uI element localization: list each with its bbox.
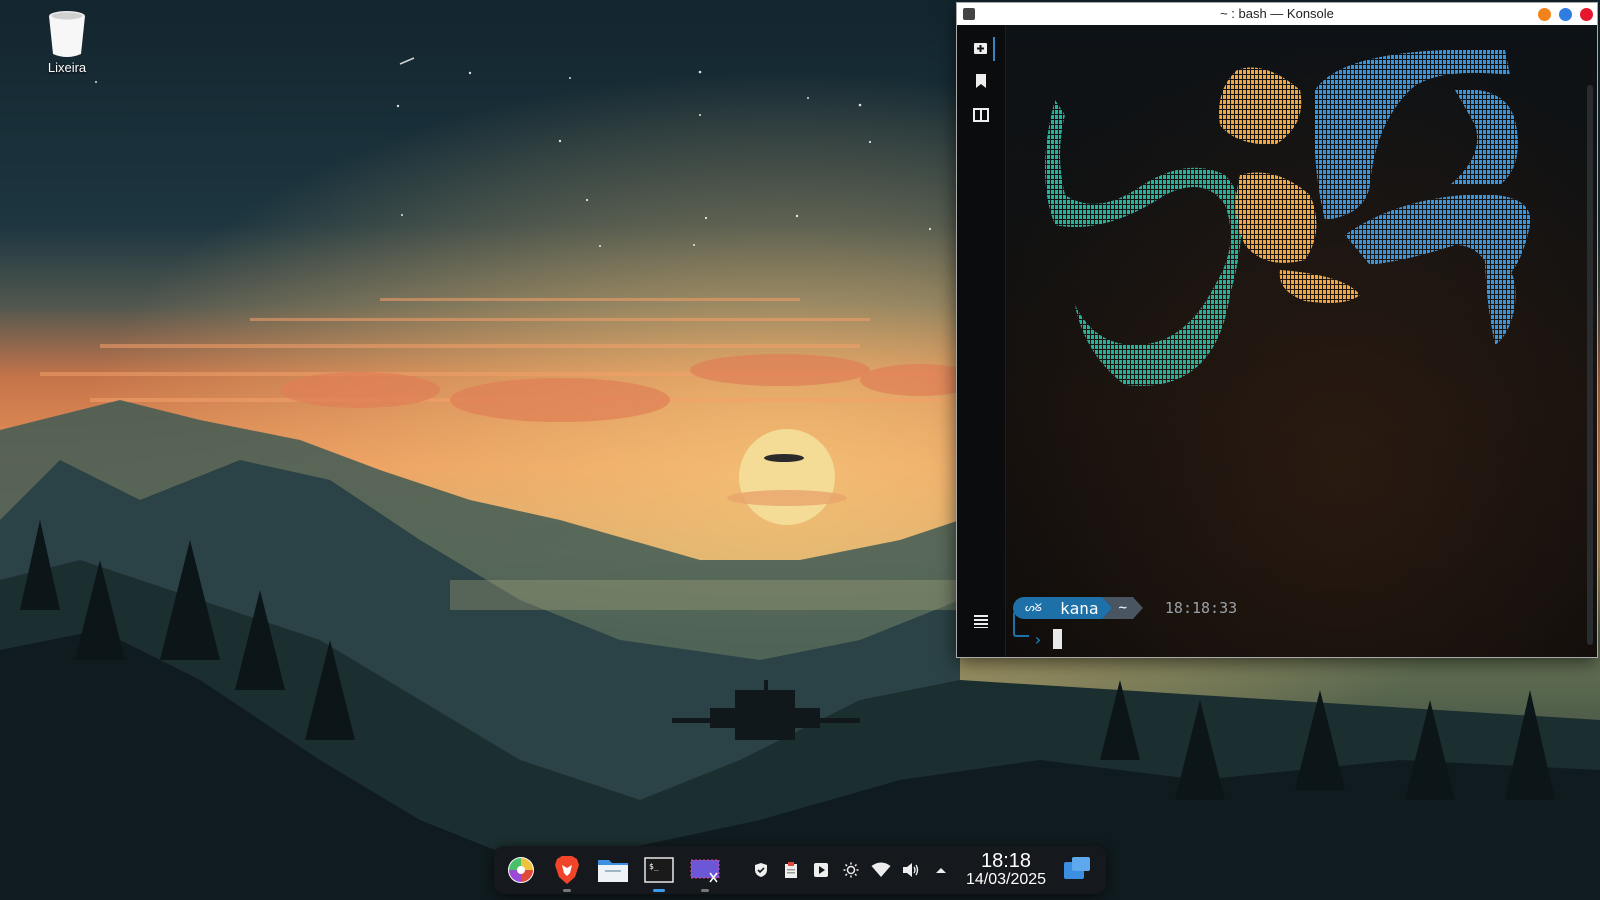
konsole-app-icon[interactable] <box>963 8 975 20</box>
clock-widget[interactable]: 18:18 14/03/2025 <box>966 851 1046 889</box>
clipboard-icon <box>785 862 797 878</box>
tray-brightness[interactable] <box>836 846 866 894</box>
running-indicator <box>563 889 571 892</box>
taskbar-screenshot-tool[interactable] <box>682 846 728 894</box>
hamburger-menu-button[interactable] <box>969 609 993 633</box>
taskbar-brave-browser[interactable] <box>544 846 590 894</box>
text-cursor <box>1052 629 1062 649</box>
hamburger-menu-icon <box>974 615 988 628</box>
wifi-icon <box>871 862 891 877</box>
tray-security[interactable] <box>746 846 776 894</box>
konsole-sidebar <box>957 25 1006 657</box>
new-tab-icon <box>974 43 987 54</box>
prompt-chevron: › <box>1033 629 1043 649</box>
taskbar-file-manager[interactable] <box>590 846 636 894</box>
window-titlebar[interactable]: ~ : bash — Konsole <box>957 3 1597 25</box>
taskbar: $_ 18:18 14/03/2025 <box>494 846 1106 894</box>
clock-time: 18:18 <box>981 850 1032 873</box>
volume-icon <box>903 863 919 877</box>
media-player-icon <box>814 863 828 877</box>
window-title: ~ : bash — Konsole <box>1220 6 1334 21</box>
shield-icon <box>755 863 767 877</box>
window-overview-icon <box>1064 856 1091 879</box>
bookmarks-button[interactable] <box>969 69 993 93</box>
tray-volume[interactable] <box>896 846 926 894</box>
new-tab-button[interactable] <box>969 37 995 61</box>
tray-expand-icon <box>936 868 946 873</box>
minimize-button[interactable] <box>1538 8 1551 21</box>
tray-network[interactable] <box>866 846 896 894</box>
active-indicator <box>653 889 665 892</box>
system-tray <box>746 846 956 894</box>
close-button[interactable] <box>1580 8 1593 21</box>
prompt-username: kana <box>1048 597 1113 619</box>
taskbar-app-launcher[interactable] <box>498 846 544 894</box>
tray-clipboard[interactable] <box>776 846 806 894</box>
maximize-button[interactable] <box>1559 8 1572 21</box>
trash-desktop-icon[interactable]: Lixeira <box>30 8 104 75</box>
terminal-icon: $_ <box>644 857 674 883</box>
bookmark-icon <box>976 74 986 88</box>
screenshot-icon <box>690 859 720 883</box>
brave-lion-icon <box>555 856 579 884</box>
terminal-scrollbar[interactable] <box>1587 85 1593 645</box>
brightness-icon <box>843 862 859 878</box>
tray-media-player[interactable] <box>806 846 836 894</box>
fastfetch-logo-art <box>1045 49 1531 386</box>
shell-prompt: ᔕᘜ kana ~ 18:18:33 <box>1013 597 1237 619</box>
running-indicator <box>701 889 709 892</box>
prompt-input-line[interactable]: › <box>1033 629 1062 649</box>
trash-can-icon <box>49 11 85 57</box>
taskbar-konsole[interactable]: $_ <box>636 846 682 894</box>
trash-label: Lixeira <box>47 60 87 75</box>
split-view-icon <box>973 108 989 122</box>
prompt-os-badge: ᔕᘜ <box>1013 597 1050 619</box>
folder-icon <box>598 860 628 882</box>
tray-expand[interactable] <box>926 846 956 894</box>
terminal-area[interactable]: ᔕᘜ kana ~ 18:18:33 › <box>957 25 1597 657</box>
pinwheel-icon <box>508 857 534 883</box>
show-desktop-button[interactable] <box>1062 855 1092 886</box>
split-view-button[interactable] <box>969 103 993 127</box>
prompt-time: 18:18:33 <box>1164 599 1238 617</box>
svg-text:$_: $_ <box>649 862 659 871</box>
konsole-window[interactable]: ~ : bash — Konsole ᔕᘜ kana ~ 18:18:33 › <box>956 2 1598 658</box>
clock-date: 14/03/2025 <box>966 871 1047 889</box>
